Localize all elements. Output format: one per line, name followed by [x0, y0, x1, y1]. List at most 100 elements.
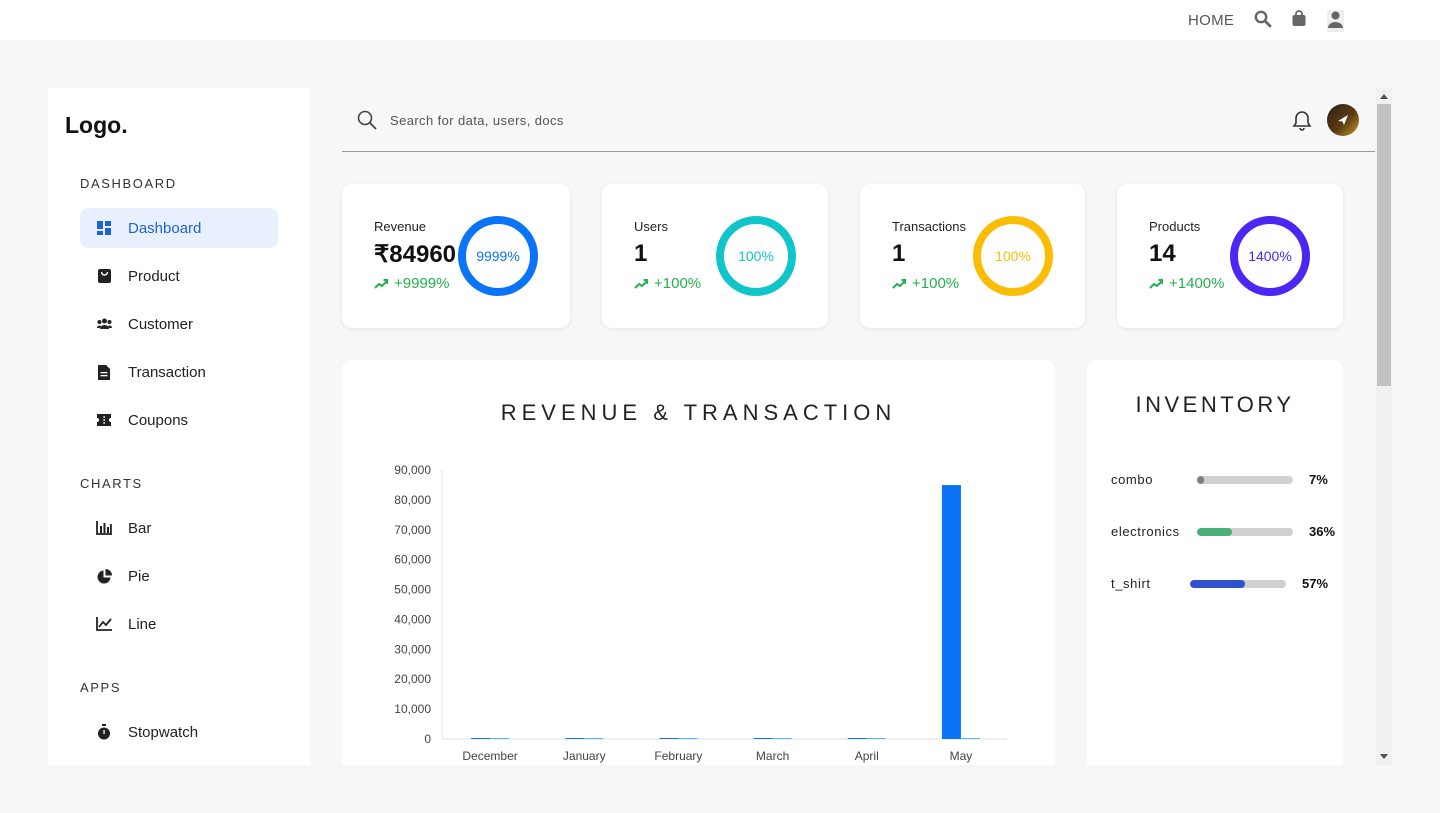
bar-january-series-1: [584, 738, 604, 739]
line-chart-icon: [96, 616, 112, 632]
inventory-progress-bar: [1197, 528, 1293, 536]
sidebar-item-label: Line: [128, 615, 157, 633]
y-tick-label: 30,000: [394, 642, 431, 656]
stat-change-text: +1400%: [1169, 275, 1225, 292]
bar-may-series-1: [960, 738, 980, 739]
stat-change: +1400%: [1149, 275, 1224, 292]
y-tick-label: 20,000: [394, 672, 431, 686]
progress-ring: 100%: [973, 216, 1053, 296]
bar-march-series-1: [772, 738, 792, 739]
sidebar-item-label: Pie: [128, 567, 150, 585]
logo[interactable]: Logo.: [65, 112, 128, 139]
stat-label: Revenue: [374, 219, 427, 234]
x-tick-label: April: [855, 749, 879, 763]
stat-card-users[interactable]: Users 1 +100% 100%: [602, 184, 828, 328]
avatar[interactable]: [1327, 104, 1359, 136]
sidebar: Logo. DASHBOARD Dashboard Product Custom…: [48, 88, 310, 765]
stat-change: +9999%: [374, 275, 449, 292]
coupon-icon: [96, 412, 112, 428]
y-tick-label: 40,000: [394, 612, 431, 626]
customer-icon: [96, 316, 112, 332]
sidebar-item-line[interactable]: Line: [80, 604, 278, 644]
y-tick-label: 10,000: [394, 702, 431, 716]
bar-january-series-0: [565, 738, 585, 739]
sidebar-item-pie[interactable]: Pie: [80, 556, 278, 596]
progress-ring: 1400%: [1230, 216, 1310, 296]
y-tick-label: 90,000: [394, 463, 431, 477]
search-icon[interactable]: [1254, 10, 1272, 28]
inventory-item-percent: 7%: [1309, 472, 1328, 487]
bar-december-series-1: [490, 738, 510, 739]
stat-value: 1: [892, 240, 906, 267]
sidebar-item-product[interactable]: Product: [80, 256, 278, 296]
sidebar-item-label: Stopwatch: [128, 723, 199, 741]
sidebar-item-stopwatch[interactable]: Stopwatch: [80, 712, 278, 752]
sidebar-item-customer[interactable]: Customer: [80, 304, 278, 344]
search-icon: [357, 110, 377, 135]
inventory-item-percent: 36%: [1309, 524, 1336, 539]
inventory-progress-bar: [1190, 580, 1286, 588]
trending-up-icon: [892, 278, 906, 289]
sidebar-item-label: Customer: [128, 315, 194, 333]
bar-december-series-0: [471, 738, 491, 739]
x-tick-label: March: [756, 749, 789, 763]
y-tick-label: 50,000: [394, 583, 431, 597]
stopwatch-icon: [96, 724, 112, 740]
x-tick-label: May: [950, 749, 973, 763]
scroll-down-arrow[interactable]: [1380, 754, 1388, 759]
y-tick-label: 60,000: [394, 553, 431, 567]
stat-value: ₹84960: [374, 241, 457, 268]
bar-february-series-0: [659, 738, 679, 739]
transaction-icon: [96, 364, 112, 380]
progress-ring-label: 9999%: [476, 248, 520, 264]
bar-february-series-1: [678, 738, 698, 739]
stat-value: 14: [1149, 240, 1176, 267]
progress-ring: 9999%: [458, 216, 538, 296]
y-tick-label: 0: [424, 732, 431, 746]
stat-card-products[interactable]: Products 14 +1400% 1400%: [1117, 184, 1343, 328]
stat-change: +100%: [892, 275, 959, 292]
bell-icon[interactable]: [1292, 110, 1312, 137]
vertical-scrollbar[interactable]: [1376, 88, 1392, 765]
sidebar-item-dashboard[interactable]: Dashboard: [80, 208, 278, 248]
search-input[interactable]: [390, 110, 990, 130]
bar-march-series-0: [753, 738, 773, 739]
stat-value: 1: [634, 240, 648, 267]
user-icon[interactable]: [1327, 10, 1344, 32]
sidebar-item-coupons[interactable]: Coupons: [80, 400, 278, 440]
bar-chart: 90,000 80,000 70,000 60,000 50,000 40,000 30,0…: [394, 463, 1007, 763]
dashboard-icon: [96, 220, 112, 236]
y-tick-label: 70,000: [394, 523, 431, 537]
stat-card-transactions[interactable]: Transactions 1 +100% 100%: [860, 184, 1085, 328]
product-icon: [96, 268, 112, 284]
x-tick-label: December: [462, 749, 517, 763]
progress-ring-label: 100%: [995, 248, 1031, 264]
stat-card-revenue[interactable]: Revenue ₹84960 +9999% 9999%: [342, 184, 570, 328]
bar-may-series-0: [941, 485, 961, 739]
inventory-title: INVENTORY: [1135, 392, 1295, 417]
trending-up-icon: [1149, 278, 1163, 289]
inventory-item-electronics: electronics 36%: [1111, 522, 1341, 542]
section-title-apps: APPS: [80, 680, 122, 695]
bag-icon[interactable]: [1291, 10, 1309, 28]
bar-april-series-1: [866, 738, 886, 739]
progress-ring-label: 1400%: [1248, 248, 1292, 264]
home-link[interactable]: HOME: [1188, 12, 1234, 29]
sidebar-item-bar[interactable]: Bar: [80, 508, 278, 548]
sidebar-item-transaction[interactable]: Transaction: [80, 352, 278, 392]
inventory-card: INVENTORY combo 7% electronics 36% t_shi…: [1087, 360, 1343, 765]
pie-chart-icon: [96, 568, 112, 584]
bar-chart-icon: [96, 520, 112, 536]
trending-up-icon: [634, 278, 648, 289]
x-tick-label: February: [654, 749, 702, 763]
scroll-up-arrow[interactable]: [1380, 94, 1388, 99]
y-tick-label: 80,000: [394, 493, 431, 507]
revenue-transaction-chart: REVENUE & TRANSACTION 90,000 80,000 70,000…: [342, 360, 1055, 765]
stat-change: +100%: [634, 275, 701, 292]
sidebar-item-label: Dashboard: [128, 219, 202, 237]
sidebar-item-label: Bar: [128, 519, 152, 537]
sidebar-item-label: Transaction: [128, 363, 206, 381]
scrollbar-thumb[interactable]: [1377, 104, 1391, 386]
inventory-item-name: combo: [1111, 472, 1154, 487]
x-tick-label: January: [563, 749, 606, 763]
